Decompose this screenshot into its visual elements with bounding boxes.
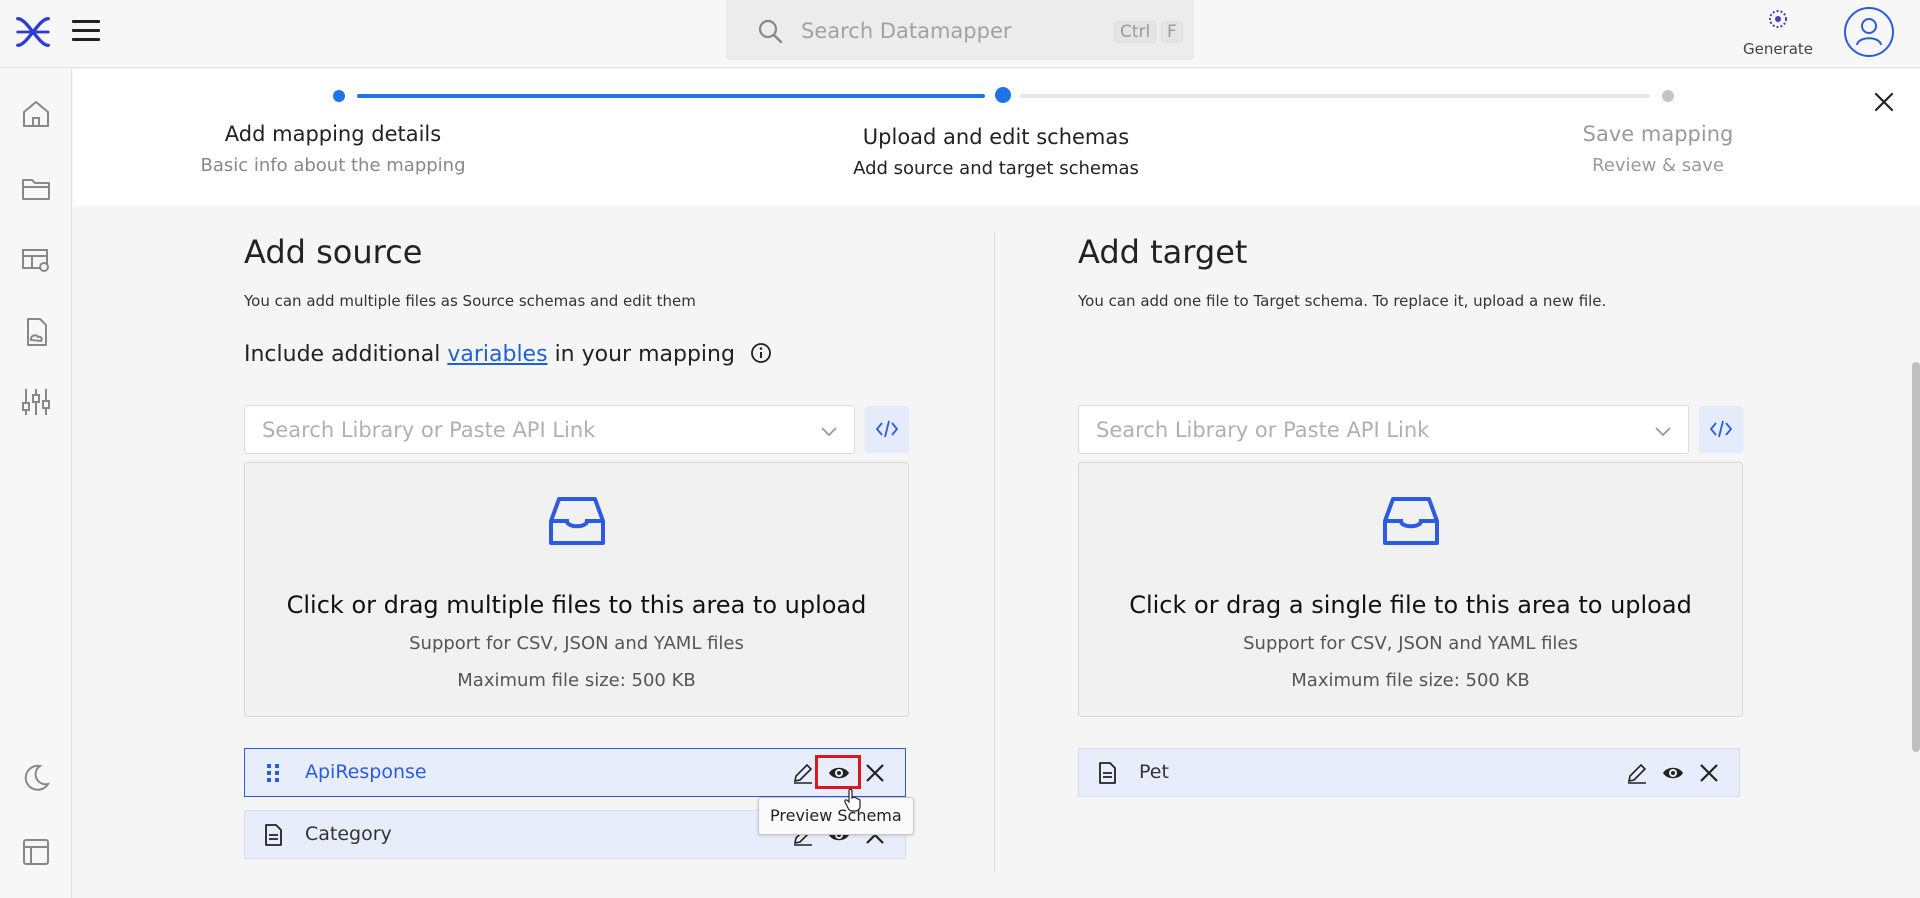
global-search[interactable]: Search Datamapper Ctrl F — [726, 0, 1194, 60]
preview-schema-tooltip: Preview Schema — [758, 797, 914, 835]
drag-handle-icon[interactable] — [261, 761, 285, 785]
file-icon — [265, 824, 282, 846]
chevron-down-icon — [821, 427, 837, 437]
target-drop-title: Click or drag a single file to this area… — [1129, 591, 1692, 619]
layout-panel-icon[interactable] — [20, 836, 52, 868]
target-title: Add target — [1078, 233, 1248, 271]
step-3-subtitle: Review & save — [1592, 155, 1724, 176]
table-settings-icon[interactable] — [20, 244, 52, 276]
info-icon[interactable] — [750, 342, 772, 364]
dark-mode-icon[interactable] — [20, 762, 52, 794]
user-avatar[interactable] — [1844, 7, 1894, 57]
target-description: You can add one file to Target schema. T… — [1078, 292, 1607, 310]
top-bar: Search Datamapper Ctrl F Generate — [0, 0, 1920, 68]
generate-label: Generate — [1742, 40, 1814, 58]
target-drop-max: Maximum file size: 500 KB — [1291, 670, 1530, 691]
preview-eye-icon[interactable] — [1661, 761, 1685, 785]
target-library-select[interactable]: Search Library or Paste API Link — [1078, 405, 1689, 454]
remove-icon[interactable] — [1697, 761, 1721, 785]
target-file-name: Pet — [1139, 761, 1169, 783]
preview-highlight-box — [815, 755, 861, 789]
source-dropzone[interactable]: Click or drag multiple files to this are… — [244, 462, 909, 717]
document-cloud-icon[interactable] — [20, 316, 52, 348]
source-file-name: ApiResponse — [305, 761, 427, 783]
shortcut-f: F — [1161, 21, 1183, 43]
search-placeholder: Search Datamapper — [801, 19, 1012, 43]
hand-cursor-icon — [844, 788, 861, 812]
search-icon — [758, 19, 783, 44]
menu-toggle-button[interactable] — [72, 20, 100, 44]
sliders-icon[interactable] — [20, 386, 52, 418]
target-select-placeholder: Search Library or Paste API Link — [1096, 418, 1430, 442]
folder-icon[interactable] — [20, 172, 52, 204]
step-dot-3[interactable] — [1662, 90, 1674, 102]
code-icon — [1709, 420, 1733, 438]
variables-link[interactable]: variables — [447, 342, 547, 367]
inbox-icon — [1383, 497, 1439, 545]
source-drop-support: Support for CSV, JSON and YAML files — [409, 633, 744, 654]
menu-bar-2 — [72, 29, 100, 32]
source-drop-title: Click or drag multiple files to this are… — [286, 591, 867, 619]
remove-icon[interactable] — [863, 761, 887, 785]
step-dot-2[interactable] — [995, 87, 1011, 103]
app-logo[interactable] — [14, 13, 52, 51]
step-2-subtitle: Add source and target schemas — [853, 158, 1139, 179]
page-scrollbar[interactable] — [1912, 362, 1920, 752]
source-code-button[interactable] — [865, 406, 909, 453]
target-file-row[interactable]: Pet — [1078, 748, 1740, 797]
step-line-complete — [357, 94, 985, 98]
source-select-placeholder: Search Library or Paste API Link — [262, 418, 596, 442]
progress-stepper: Add mapping details Basic info about the… — [73, 69, 1920, 206]
file-icon — [1099, 762, 1116, 784]
include-variables-line: Include additional variables in your map… — [244, 342, 772, 367]
step-dot-1[interactable] — [333, 90, 345, 102]
sparkle-icon — [1769, 10, 1787, 28]
sidebar — [0, 68, 72, 898]
source-library-select[interactable]: Search Library or Paste API Link — [244, 405, 855, 454]
edit-icon[interactable] — [791, 761, 815, 785]
source-file-name: Category — [305, 823, 392, 845]
target-dropzone[interactable]: Click or drag a single file to this area… — [1078, 462, 1743, 717]
menu-bar-1 — [72, 20, 100, 23]
step-3-title: Save mapping — [1582, 122, 1734, 146]
source-drop-max: Maximum file size: 500 KB — [457, 670, 696, 691]
target-drop-support: Support for CSV, JSON and YAML files — [1243, 633, 1578, 654]
shortcut-ctrl: Ctrl — [1114, 21, 1157, 43]
user-icon — [1856, 18, 1882, 46]
generate-button[interactable]: Generate — [1740, 6, 1816, 58]
menu-bar-3 — [72, 38, 100, 41]
panel-divider — [994, 232, 995, 872]
step-1-subtitle: Basic info about the mapping — [200, 155, 466, 176]
target-code-button[interactable] — [1699, 406, 1743, 453]
source-file-row[interactable]: ApiResponse — [244, 748, 906, 797]
include-suffix: in your mapping — [554, 342, 735, 367]
code-icon — [875, 420, 899, 438]
close-icon[interactable] — [1870, 88, 1898, 116]
chevron-down-icon — [1655, 427, 1671, 437]
step-2-title: Upload and edit schemas — [862, 125, 1130, 149]
inbox-icon — [549, 497, 605, 545]
include-prefix: Include additional — [244, 342, 441, 367]
source-description: You can add multiple files as Source sch… — [244, 292, 696, 310]
source-title: Add source — [244, 233, 423, 271]
step-line-pending — [1020, 94, 1650, 98]
home-icon[interactable] — [20, 98, 52, 130]
step-1-title: Add mapping details — [224, 122, 442, 146]
edit-icon[interactable] — [1625, 761, 1649, 785]
